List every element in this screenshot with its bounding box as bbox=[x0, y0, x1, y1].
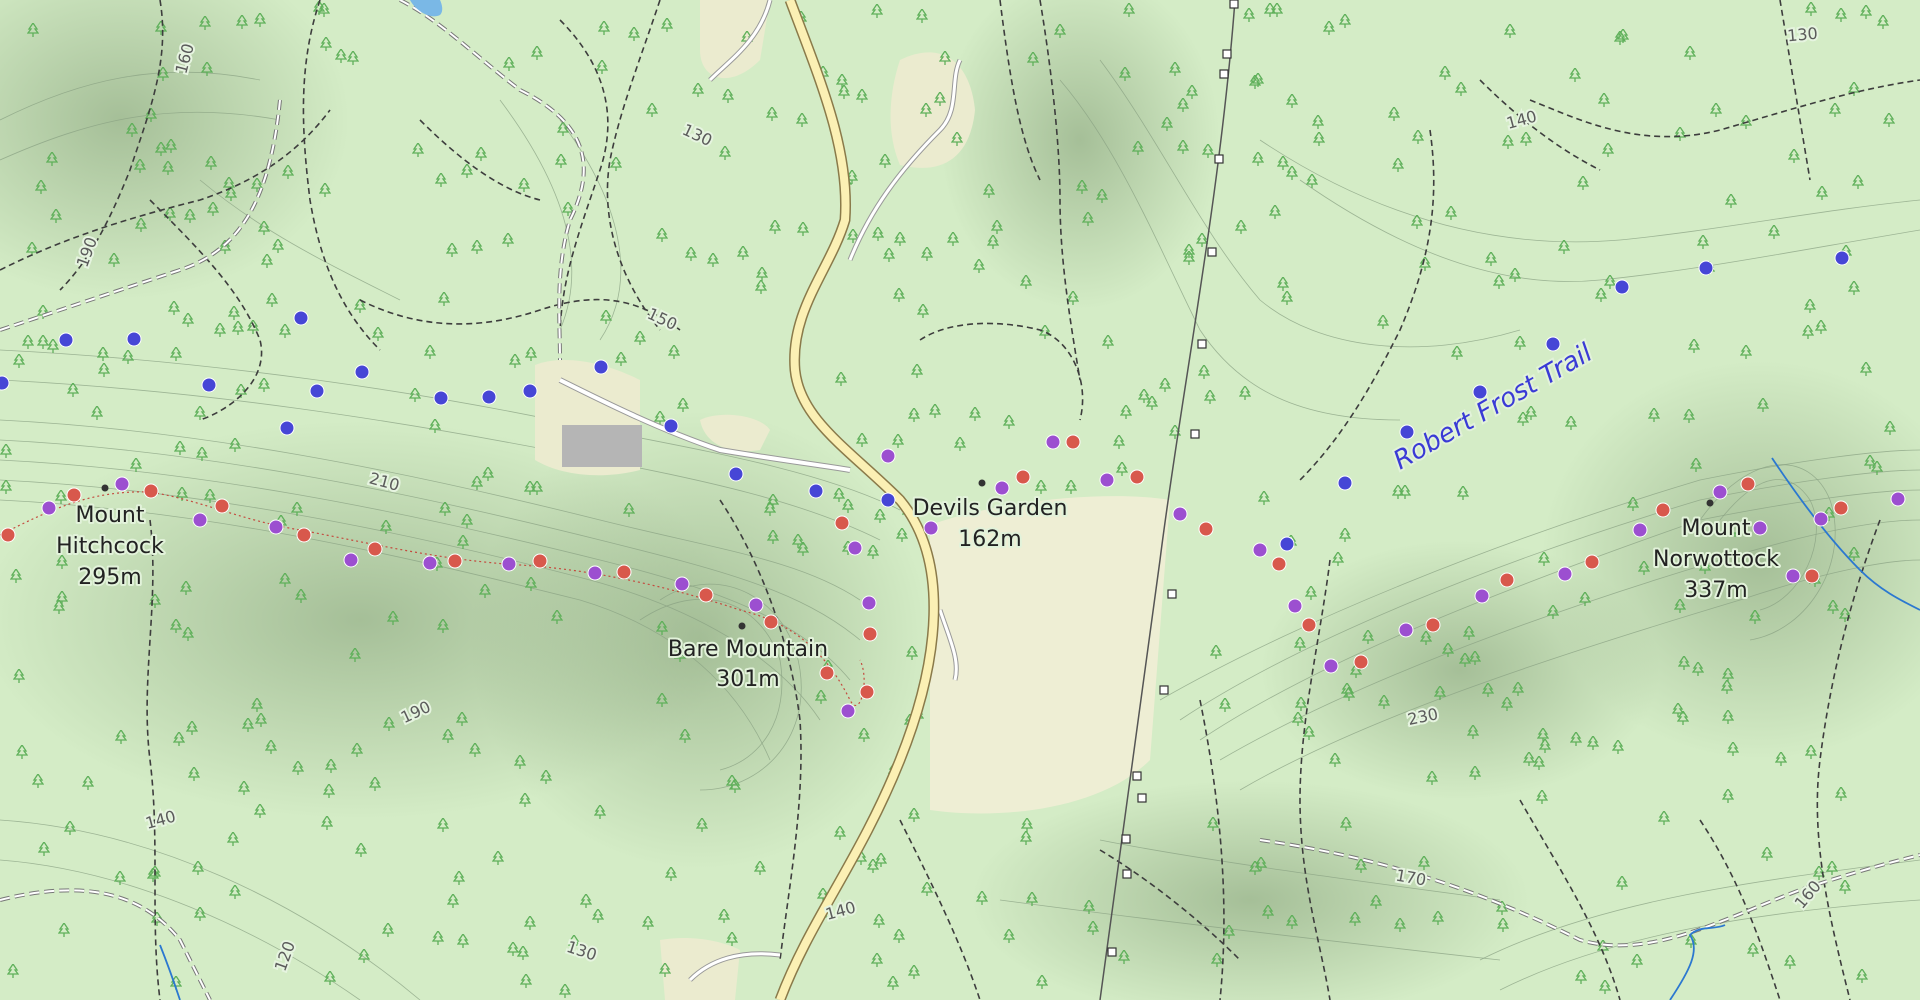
trail-dot-blue bbox=[279, 420, 295, 436]
contour-label: 130 bbox=[1786, 24, 1818, 46]
trail-dot-blue bbox=[481, 389, 497, 405]
trail-dot-purple bbox=[1712, 484, 1728, 500]
peak-label-bare-mountain-elev: 301m bbox=[716, 667, 779, 692]
trail-dot-purple bbox=[1045, 434, 1061, 450]
trail-dot-red bbox=[447, 553, 463, 569]
peak-label-bare-mountain: Bare Mountain bbox=[668, 637, 828, 662]
trail-dot-blue bbox=[808, 483, 824, 499]
trail-dot-red bbox=[1271, 556, 1287, 572]
trail-dot-blue bbox=[58, 332, 74, 348]
trail-dot-red bbox=[1804, 568, 1820, 584]
trail-dot-red bbox=[862, 626, 878, 642]
trail-dot-red bbox=[367, 541, 383, 557]
trail-dot-purple bbox=[1099, 472, 1115, 488]
trail-dot-blue bbox=[1545, 336, 1561, 352]
trail-dot-purple bbox=[1632, 522, 1648, 538]
trail-dot-purple bbox=[422, 555, 438, 571]
trail-dot-blue bbox=[126, 331, 142, 347]
trail-dot-red bbox=[1198, 521, 1214, 537]
trail-dot-red bbox=[1015, 469, 1031, 485]
trail-dot-purple bbox=[1752, 520, 1768, 536]
trail-dot-red bbox=[143, 483, 159, 499]
peak-marker-norwottock bbox=[1706, 499, 1714, 507]
trail-dot-purple bbox=[1323, 658, 1339, 674]
trail-dot-red bbox=[1655, 502, 1671, 518]
trail-dot-red bbox=[214, 498, 230, 514]
peak-label-hitchcock-elev: 295m bbox=[78, 565, 141, 590]
trail-dot-blue bbox=[522, 383, 538, 399]
peak-label-hitchcock-line2: Hitchcock bbox=[56, 534, 164, 559]
trail-dot-blue bbox=[433, 390, 449, 406]
peak-label-norwottock-line1: Mount bbox=[1682, 516, 1751, 541]
trail-dot-purple bbox=[1252, 542, 1268, 558]
trail-dot-red bbox=[834, 515, 850, 531]
trail-dot-red bbox=[296, 527, 312, 543]
trail-dot-blue bbox=[354, 364, 370, 380]
trail-dot-purple bbox=[587, 565, 603, 581]
trail-dot-red bbox=[66, 487, 82, 503]
peak-label-devils-garden-elev: 162m bbox=[958, 527, 1021, 552]
trail-dot-purple bbox=[1172, 506, 1188, 522]
trail-dot-blue bbox=[663, 418, 679, 434]
trail-dot-purple bbox=[847, 540, 863, 556]
peak-marker-bare-mountain bbox=[738, 622, 746, 630]
trail-dot-red bbox=[1425, 617, 1441, 633]
trail-dot-red bbox=[819, 665, 835, 681]
peak-label-norwottock-elev: 337m bbox=[1684, 578, 1747, 603]
trail-dot-purple bbox=[1785, 568, 1801, 584]
trail-dot-red bbox=[1833, 500, 1849, 516]
trail-dot-red bbox=[1301, 617, 1317, 633]
trail-dot-red bbox=[859, 684, 875, 700]
trail-dot-blue bbox=[293, 310, 309, 326]
trail-dot-red bbox=[1499, 572, 1515, 588]
peak-label-norwottock-line2: Norwottock bbox=[1653, 547, 1779, 572]
trail-dot-blue bbox=[1279, 536, 1295, 552]
trail-dot-blue bbox=[728, 466, 744, 482]
trail-dot-purple bbox=[674, 576, 690, 592]
trail-dot-purple bbox=[748, 597, 764, 613]
trail-dot-blue bbox=[1834, 250, 1850, 266]
trail-dot-red bbox=[1353, 654, 1369, 670]
trail-dot-purple bbox=[501, 556, 517, 572]
trail-dot-purple bbox=[114, 476, 130, 492]
trail-dot-purple bbox=[880, 448, 896, 464]
trail-dot-purple bbox=[268, 519, 284, 535]
trail-dot-purple bbox=[343, 552, 359, 568]
trail-dot-red bbox=[616, 564, 632, 580]
trail-dot-blue bbox=[1337, 475, 1353, 491]
trail-dot-purple bbox=[192, 512, 208, 528]
trail-dot-purple bbox=[1557, 566, 1573, 582]
peak-label-hitchcock-line1: Mount bbox=[76, 503, 145, 528]
trail-dot-blue bbox=[309, 383, 325, 399]
trail-dot-purple bbox=[1890, 491, 1906, 507]
trail-dot-red bbox=[763, 614, 779, 630]
trail-dot-blue bbox=[593, 359, 609, 375]
trail-dot-red bbox=[532, 553, 548, 569]
trail-dot-red bbox=[1129, 469, 1145, 485]
trail-dot-blue bbox=[0, 375, 10, 391]
peak-marker-hitchcock bbox=[101, 484, 109, 492]
peak-label-devils-garden: Devils Garden bbox=[913, 496, 1068, 521]
trail-dot-red bbox=[698, 587, 714, 603]
trail-dot-blue bbox=[880, 492, 896, 508]
trail-dot-red bbox=[1740, 476, 1756, 492]
trail-dot-blue bbox=[201, 377, 217, 393]
trail-dot-blue bbox=[1614, 279, 1630, 295]
trail-dot-purple bbox=[1398, 622, 1414, 638]
trail-dot-purple bbox=[1474, 588, 1490, 604]
trail-dot-purple bbox=[840, 703, 856, 719]
trail-dot-purple bbox=[1813, 511, 1829, 527]
trail-dot-red bbox=[1065, 434, 1081, 450]
topographic-map[interactable]: Mount Hitchcock 295m Bare Mountain 301m … bbox=[0, 0, 1920, 1000]
trail-dot-purple bbox=[923, 520, 939, 536]
trail-dot-red bbox=[1584, 554, 1600, 570]
trail-dot-purple bbox=[41, 500, 57, 516]
map-canvas[interactable]: Mount Hitchcock 295m Bare Mountain 301m … bbox=[0, 0, 1920, 1000]
trail-dot-blue bbox=[1698, 260, 1714, 276]
trail-dot-red bbox=[0, 527, 16, 543]
trail-dot-purple bbox=[994, 480, 1010, 496]
trail-dot-purple bbox=[861, 595, 877, 611]
peak-marker-devils-garden bbox=[978, 479, 986, 487]
trail-dot-purple bbox=[1287, 598, 1303, 614]
